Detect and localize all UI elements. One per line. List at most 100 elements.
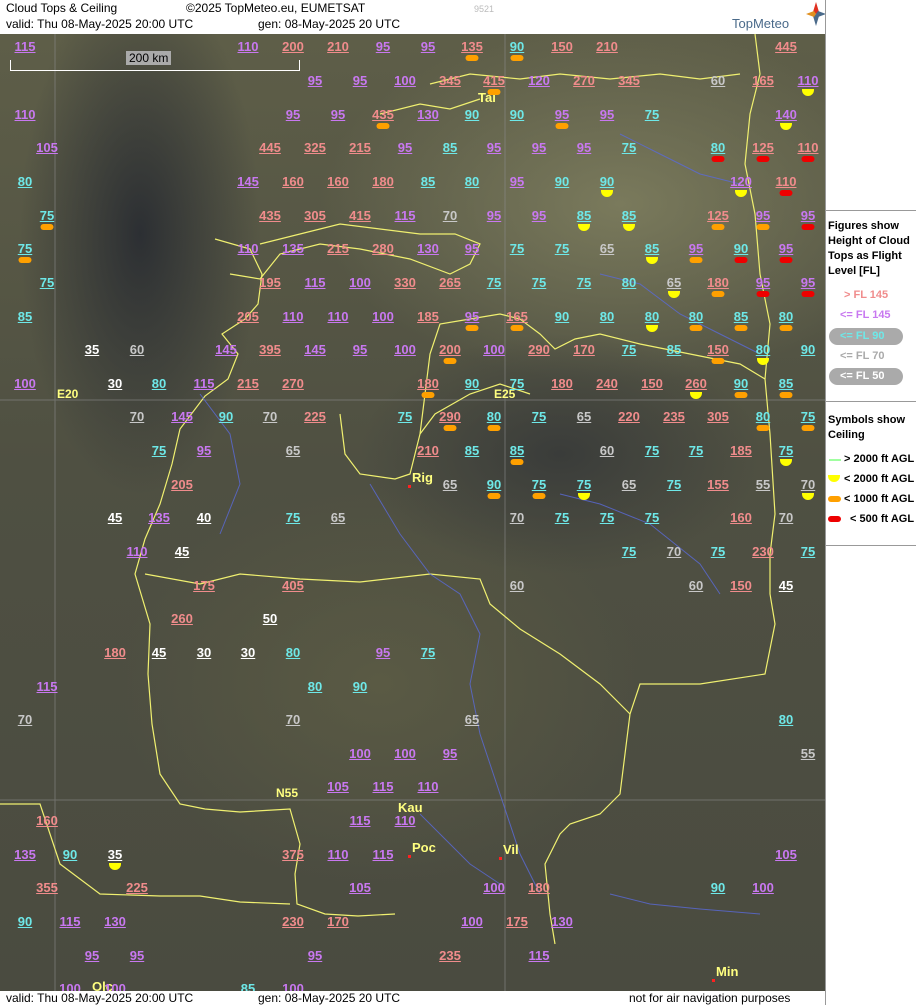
city-poc[interactable]: Poc — [412, 840, 436, 855]
cloud-top-label: 75 — [509, 241, 525, 256]
cloud-top-label: 100 — [752, 880, 774, 895]
ceiling-symbol — [487, 89, 501, 95]
cloud-top-label: 195 — [259, 275, 281, 290]
latitude-label-n55: N55 — [276, 786, 299, 800]
cloud-top-label: 160 — [327, 174, 349, 189]
cloud-top-label: 80 — [755, 342, 771, 357]
cloud-top-label: 85 — [644, 241, 660, 256]
ceiling-symbol — [779, 257, 793, 263]
copyright-text: ©2025 TopMeteo.eu, EUMETSAT — [186, 1, 366, 15]
cloud-top-label: 230 — [752, 544, 774, 559]
cloud-top-label: 160 — [282, 174, 304, 189]
ceiling-symbol — [465, 325, 479, 331]
city-riga[interactable]: Rig — [412, 470, 433, 485]
cloud-top-label: 175 — [193, 578, 215, 593]
satellite-map[interactable]: 200 km E20 E25 N55 Tal Rig Kau Poc Vil M… — [0, 34, 825, 991]
cloud-top-label: 75 — [710, 544, 726, 559]
cloud-top-label: 75 — [599, 510, 615, 525]
cloud-top-label: 75 — [644, 107, 660, 122]
cloud-top-label: 65 — [330, 510, 346, 525]
cloud-top-label: 100 — [349, 275, 371, 290]
cloud-top-label: 75 — [509, 376, 525, 391]
ceiling-gt2000-icon — [829, 459, 841, 461]
cloud-top-label: 75 — [800, 544, 816, 559]
cloud-top-label: 435 — [259, 208, 281, 223]
cloud-top-label: 115 — [528, 948, 550, 963]
cloud-top-label: 75 — [17, 241, 33, 256]
cloud-top-label: 30 — [107, 376, 123, 391]
cloud-top-label: 270 — [573, 73, 595, 88]
cloud-top-label: 85 — [733, 309, 749, 324]
cloud-top-label: 75 — [420, 645, 436, 660]
cloud-top-label: 135 — [461, 39, 483, 54]
cloud-top-label: 185 — [730, 443, 752, 458]
cloud-top-label: 260 — [685, 376, 707, 391]
cloud-top-label: 180 — [104, 645, 126, 660]
cloud-top-label: 60 — [509, 578, 525, 593]
cloud-top-label: 110 — [327, 309, 349, 324]
cloud-top-label: 95 — [688, 241, 704, 256]
cloud-top-label: 205 — [237, 309, 259, 324]
valid-time: valid: Thu 08-May-2025 20:00 UTC — [6, 17, 194, 31]
cloud-top-label: 95 — [800, 275, 816, 290]
cloud-top-label: 45 — [174, 544, 190, 559]
cloud-top-label: 60 — [688, 578, 704, 593]
ceiling-lt2000-icon — [828, 475, 840, 482]
cloud-top-label: 110 — [282, 309, 304, 324]
cloud-top-label: 70 — [800, 477, 816, 492]
cloud-top-label: 265 — [439, 275, 461, 290]
ceiling-symbol — [801, 291, 815, 297]
cloud-top-label: 110 — [237, 241, 259, 256]
cloud-top-label: 95 — [352, 73, 368, 88]
cloud-top-label: 270 — [282, 376, 304, 391]
cloud-top-label: 145 — [304, 342, 326, 357]
cloud-top-label: 85 — [464, 443, 480, 458]
cloud-top-label: 345 — [618, 73, 640, 88]
cloud-top-label: 100 — [394, 342, 416, 357]
city-vilnius[interactable]: Vil — [503, 842, 519, 857]
cloud-top-label: 95 — [554, 107, 570, 122]
cloud-top-label: 95 — [464, 309, 480, 324]
cloud-top-label: 75 — [576, 477, 592, 492]
cloud-top-label: 110 — [327, 847, 349, 862]
legend-ceil-gt2000: > 2000 ft AGL — [844, 453, 915, 465]
cloud-top-label: 65 — [666, 275, 682, 290]
cloud-top-label: 60 — [710, 73, 726, 88]
cloud-top-label: 80 — [599, 309, 615, 324]
cloud-top-label: 235 — [439, 948, 461, 963]
cloud-top-label: 290 — [528, 342, 550, 357]
ceiling-symbol — [487, 425, 501, 431]
cloud-top-label: 90 — [62, 847, 78, 862]
ceiling-symbol — [711, 224, 725, 230]
ceiling-symbol — [756, 156, 770, 162]
legend-panel: Figures show Height of Cloud Tops as Fli… — [825, 0, 916, 1005]
symbols-legend-title: Symbols show Ceiling — [828, 414, 906, 441]
cloud-top-label: 75 — [554, 510, 570, 525]
cloud-top-label: 95 — [778, 241, 794, 256]
header-bar: Cloud Tops & Ceiling ©2025 TopMeteo.eu, … — [0, 0, 826, 34]
city-minsk[interactable]: Min — [716, 964, 738, 979]
ceiling-symbol — [510, 55, 524, 61]
cloud-top-label: 135 — [148, 510, 170, 525]
cloud-top-label: 95 — [375, 39, 391, 54]
cloud-top-label: 80 — [755, 409, 771, 424]
cloud-top-label: 105 — [775, 847, 797, 862]
city-marker-poc — [408, 855, 411, 858]
cloud-top-label: 65 — [442, 477, 458, 492]
cloud-top-label: 85 — [621, 208, 637, 223]
longitude-label-e20: E20 — [57, 387, 79, 401]
ceiling-symbol — [779, 325, 793, 331]
cloud-top-label: 115 — [59, 914, 81, 929]
cloud-top-label: 75 — [644, 443, 660, 458]
cloud-top-label: 75 — [397, 409, 413, 424]
cloud-top-label: 105 — [327, 779, 349, 794]
legend-fl-le90: <= FL 90 — [840, 330, 885, 342]
cloud-top-label: 240 — [596, 376, 618, 391]
footer-disclaimer: not for air navigation purposes — [629, 991, 791, 1005]
cloud-top-label: 100 — [282, 981, 304, 991]
legend-ceil-lt2000: < 2000 ft AGL — [844, 473, 915, 485]
cloud-top-label: 290 — [439, 409, 461, 424]
cloud-top-label: 125 — [752, 140, 774, 155]
cloud-top-label: 145 — [215, 342, 237, 357]
cloud-top-label: 150 — [730, 578, 752, 593]
